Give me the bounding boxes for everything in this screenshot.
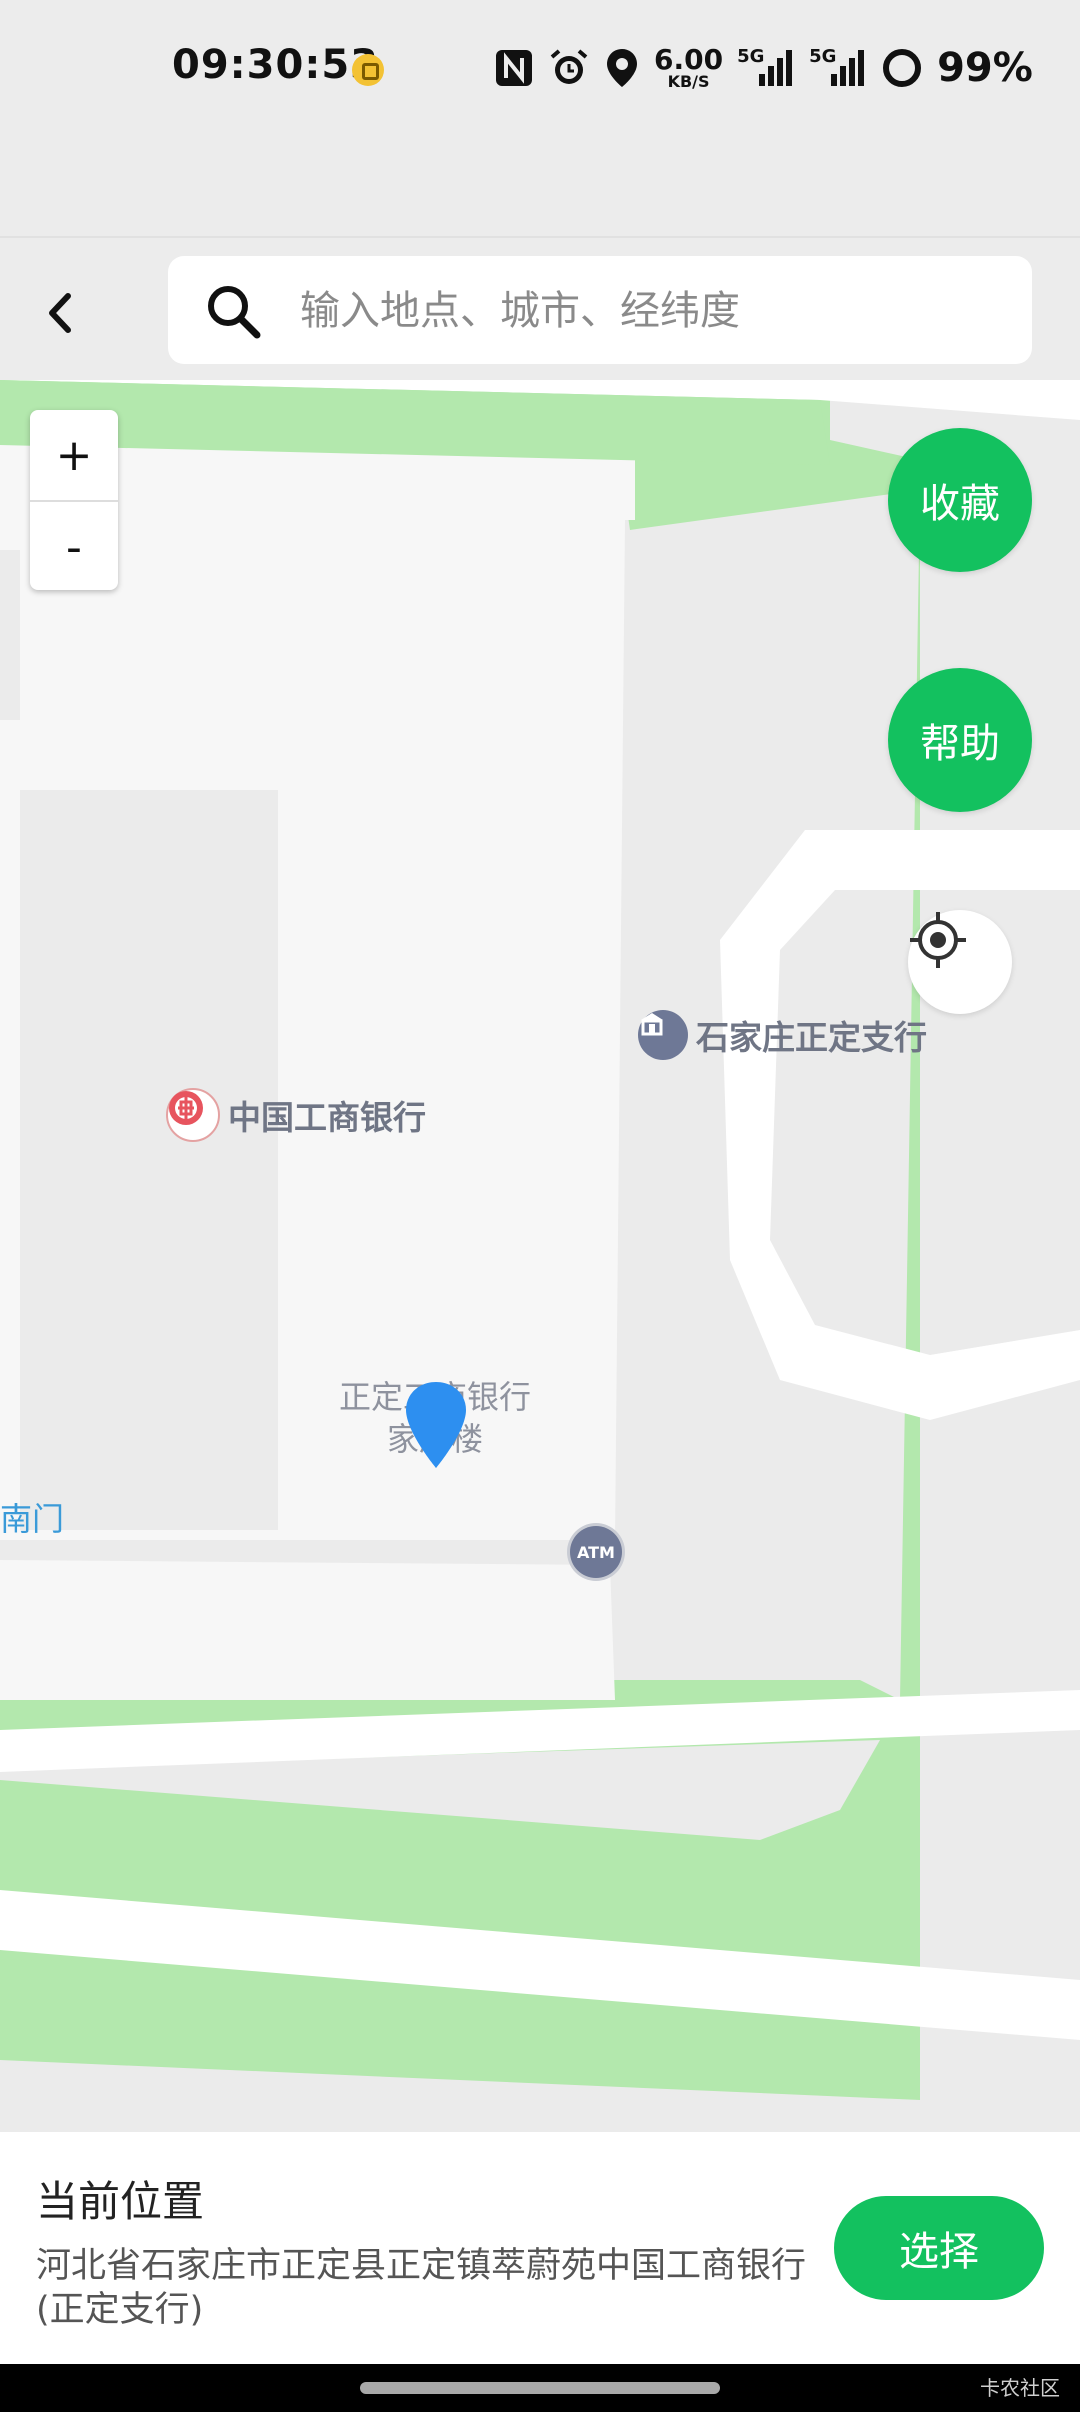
poi-icbc[interactable]: 中国工商银行 (166, 1088, 426, 1142)
zoom-in-button[interactable]: + (30, 410, 118, 502)
map-canvas (0, 380, 1080, 2132)
favorite-button[interactable]: 收藏 (888, 428, 1032, 572)
home-gesture-handle[interactable] (360, 2382, 720, 2394)
network-speed: 6.00 KB/S (654, 43, 724, 91)
notification-icon (352, 54, 384, 86)
status-icons: 6.00 KB/S 5G 5G 99% (494, 38, 1033, 98)
map-view[interactable]: + - 收藏 帮助 石家庄正定支行 中国工商银行 正定工商银行 家属楼 南门 A… (0, 380, 1080, 2132)
poi-south-gate[interactable]: 南门 (0, 1494, 64, 1540)
block-gap (0, 550, 20, 720)
signal-5g-icon: 5G (809, 46, 867, 90)
icbc-logo-icon (166, 1088, 220, 1142)
select-button[interactable]: 选择 (834, 2196, 1044, 2300)
location-icon (604, 47, 640, 89)
zoom-control: + - (30, 410, 118, 590)
block-gap (20, 790, 278, 1530)
nfc-icon (494, 48, 534, 88)
watermark: 卡农社区 (980, 2376, 1060, 2400)
atm-icon[interactable]: ATM (570, 1526, 622, 1578)
navigation-bar: 卡农社区 (0, 2364, 1080, 2412)
signal-5g-icon: 5G (737, 46, 795, 90)
poi-zhengding-branch[interactable]: 石家庄正定支行 (638, 1010, 927, 1060)
back-button[interactable] (30, 278, 90, 348)
current-location-title: 当前位置 (36, 2177, 205, 2226)
search-header (0, 236, 1080, 382)
alarm-icon (548, 47, 590, 89)
my-location-button[interactable] (908, 910, 1012, 1014)
status-time: 09:30:53 (172, 42, 379, 88)
poi-label: 中国工商银行 (228, 1098, 426, 1137)
block-area (0, 1560, 615, 1700)
search-box[interactable] (168, 256, 1032, 366)
current-location-panel: 当前位置 河北省石家庄市正定县正定镇萃蔚苑中国工商银行(正定支行) 选择 (0, 2132, 1080, 2364)
bank-icon (638, 1010, 688, 1060)
battery-percent: 99% (937, 45, 1033, 91)
chevron-left-icon (49, 293, 71, 333)
crosshair-icon (910, 912, 966, 968)
help-button[interactable]: 帮助 (888, 668, 1032, 812)
battery-icon (881, 47, 923, 89)
zoom-out-button[interactable]: - (30, 502, 118, 592)
search-icon (204, 282, 262, 344)
current-location-address: 河北省石家庄市正定县正定镇萃蔚苑中国工商银行(正定支行) (36, 2246, 807, 2330)
search-input[interactable] (298, 256, 1002, 366)
status-bar: 09:30:53 6.00 KB/S 5G 5G 99% (0, 0, 1080, 140)
poi-label: 石家庄正定支行 (696, 1018, 927, 1057)
